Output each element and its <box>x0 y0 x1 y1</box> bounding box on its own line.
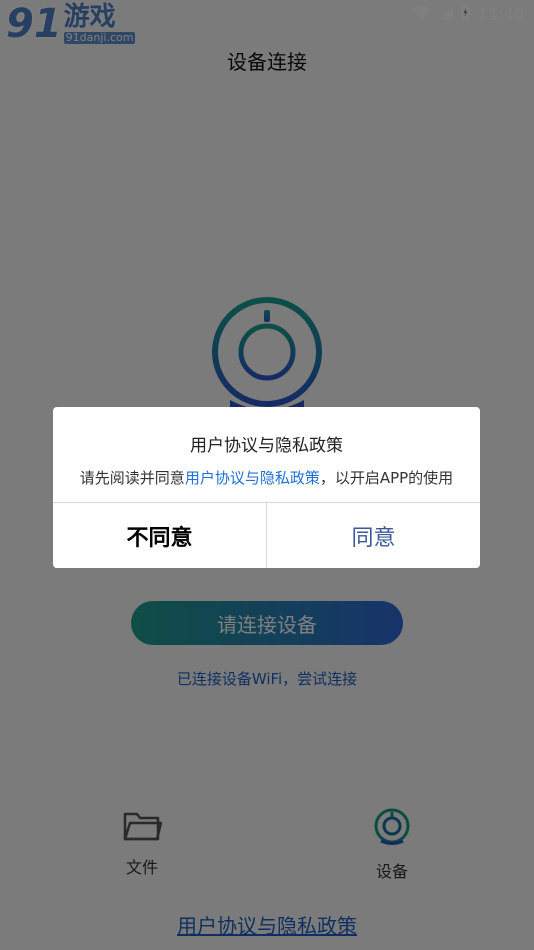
disagree-button[interactable]: 不同意 <box>53 503 266 568</box>
dialog-policy-link[interactable]: 用户协议与隐私政策 <box>185 469 320 487</box>
privacy-dialog: 用户协议与隐私政策 请先阅读并同意用户协议与隐私政策，以开启APP的使用 不同意… <box>53 407 480 568</box>
dialog-message: 请先阅读并同意用户协议与隐私政策，以开启APP的使用 <box>53 467 480 488</box>
dialog-message-prefix: 请先阅读并同意 <box>79 469 185 487</box>
dialog-title: 用户协议与隐私政策 <box>190 436 343 456</box>
dialog-message-suffix: ，以开启APP的使用 <box>319 469 454 487</box>
agree-button[interactable]: 同意 <box>267 503 480 568</box>
